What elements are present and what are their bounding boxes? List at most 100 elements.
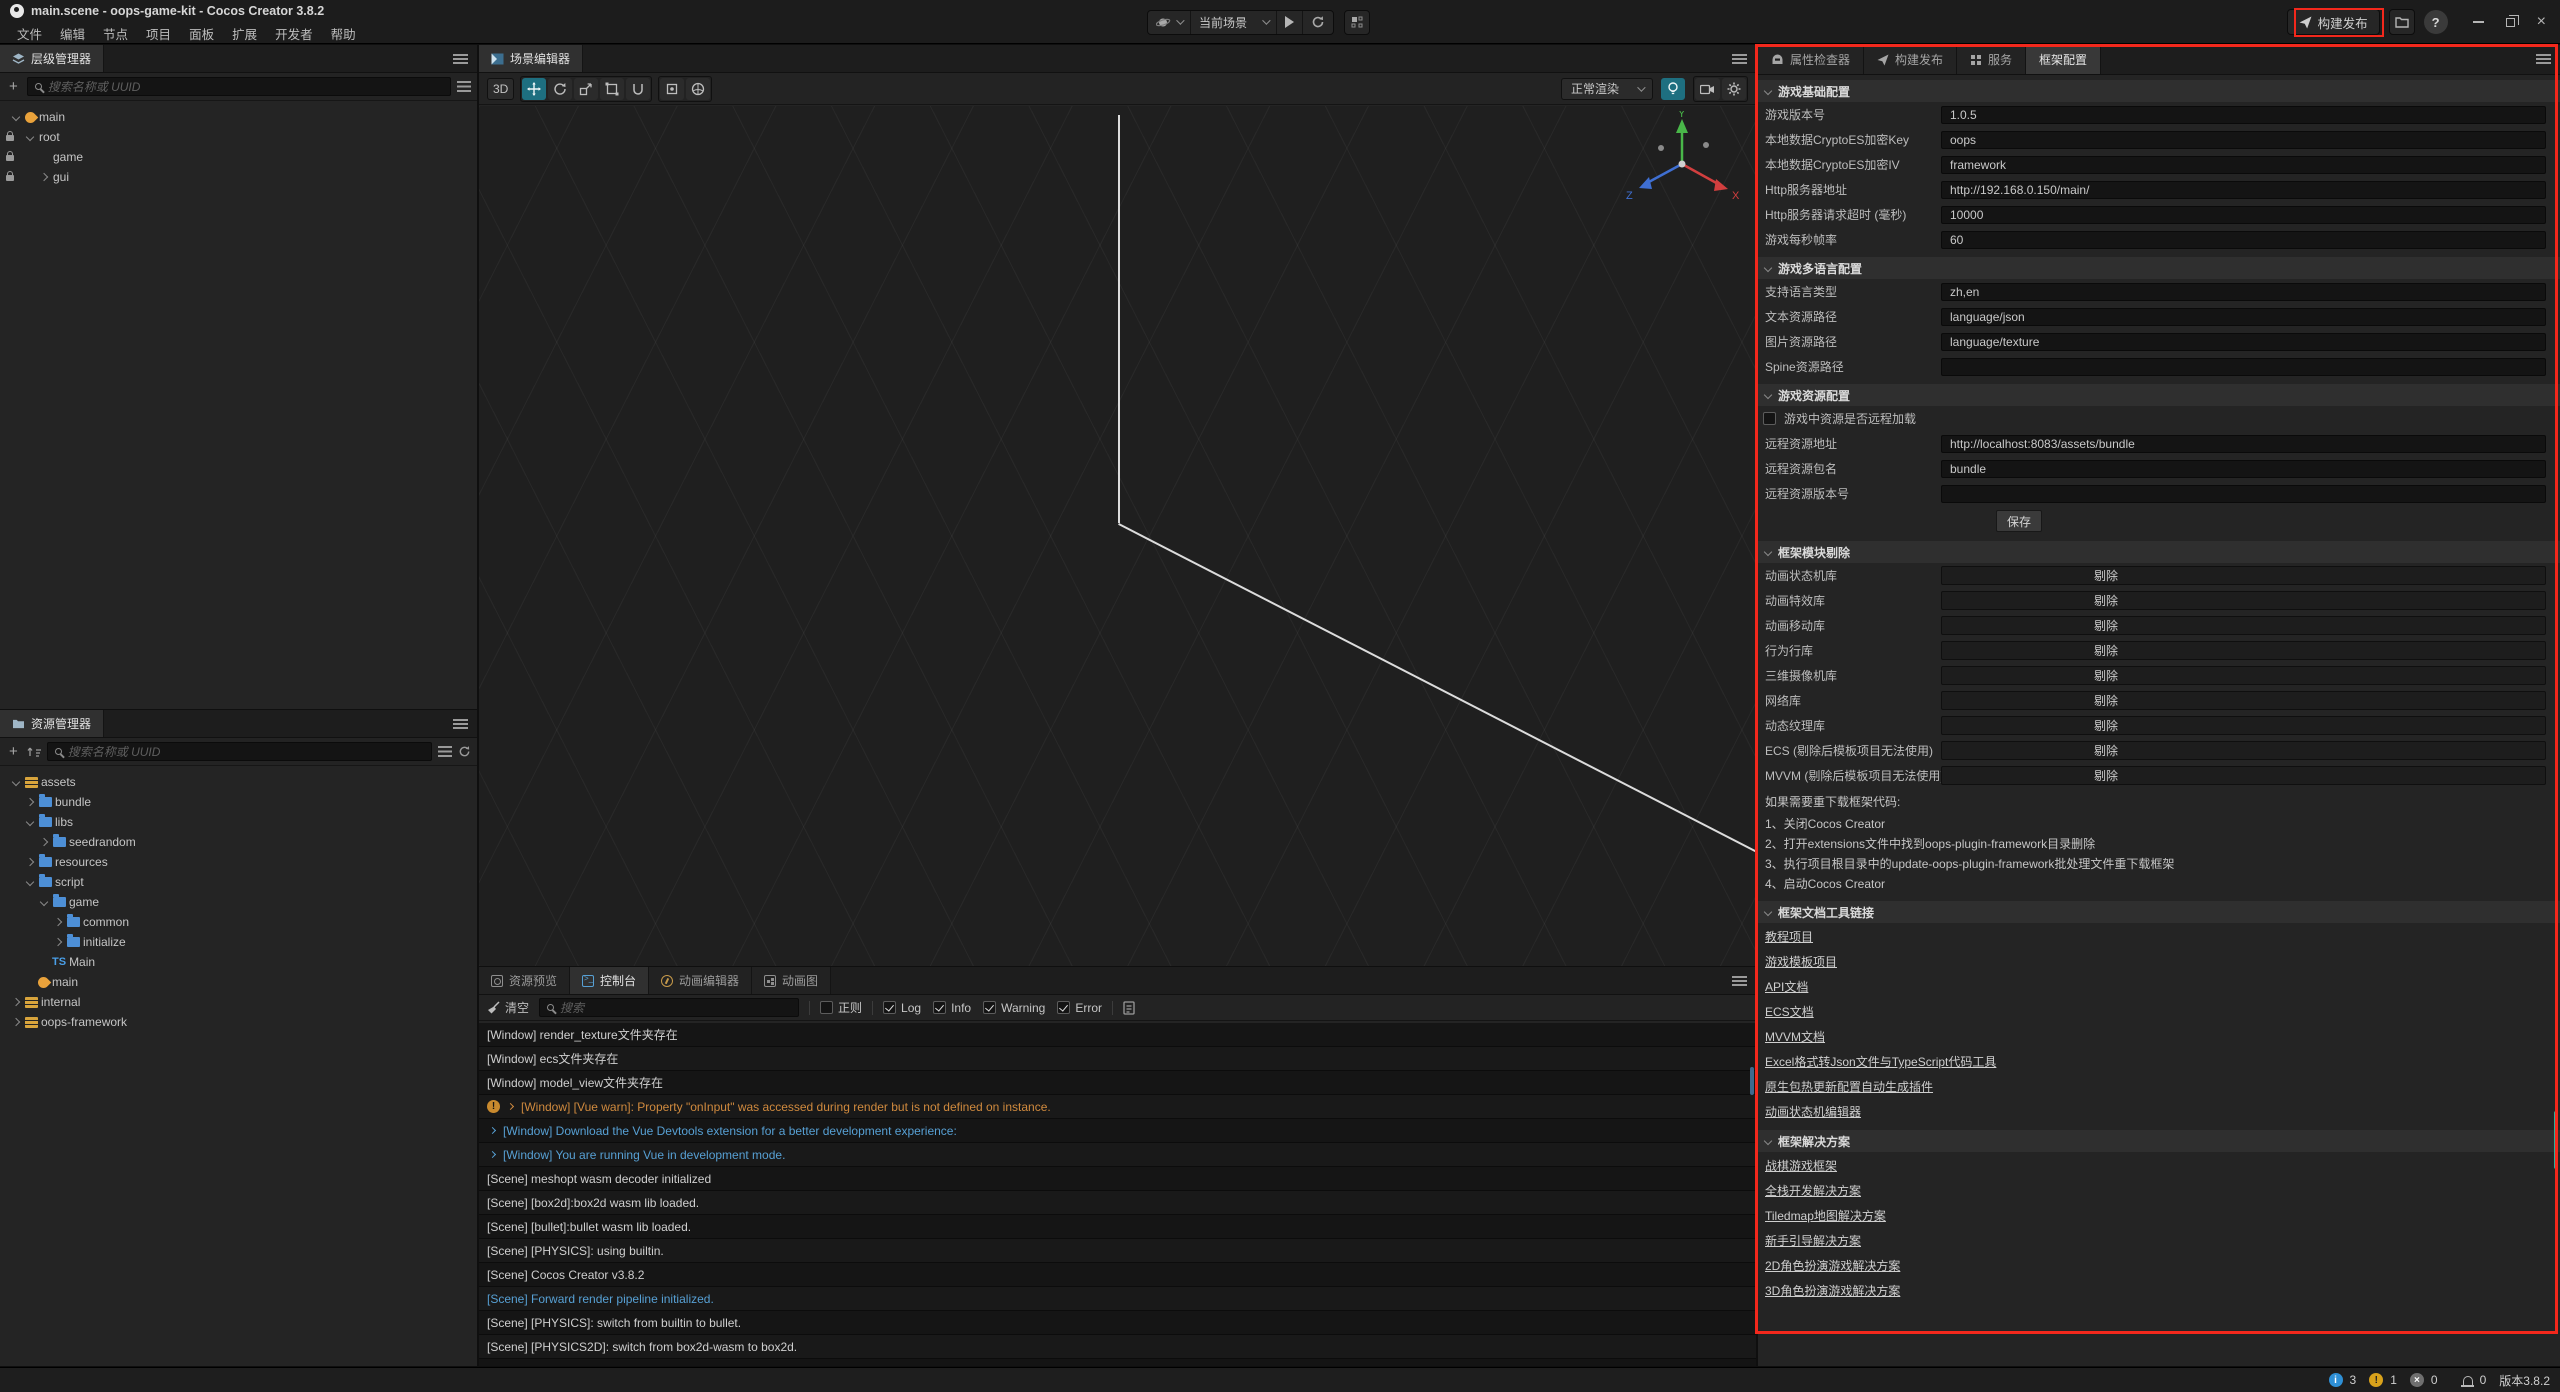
console-log-row[interactable]: [Scene] Cocos Creator v3.8.2 [479,1263,1756,1287]
save-button[interactable]: 保存 [1996,510,2042,532]
asset-node[interactable]: seedrandom [0,832,477,852]
field-input[interactable] [1941,283,2546,301]
doc-link[interactable]: 游戏模板项目 [1765,950,1837,975]
menu-item[interactable]: 面板 [182,22,221,45]
section-resource[interactable]: 游戏资源配置 [1758,384,2560,406]
doc-link[interactable]: 教程项目 [1765,925,1813,950]
console-log-row[interactable]: [Window] render_texture文件夹存在 [479,1023,1756,1047]
tree-chevron-icon[interactable] [54,918,62,926]
scale-tool-button[interactable] [574,78,598,100]
close-button[interactable]: × [2537,14,2546,30]
tab-scene[interactable]: 场景编辑器 [479,45,583,72]
asset-node[interactable]: game [0,892,477,912]
mode-3d-toggle[interactable]: 3D [487,78,514,100]
tree-chevron-icon[interactable] [40,838,48,846]
rect-tool-button[interactable] [600,78,624,100]
tab-build-publish[interactable]: 构建发布 [1864,45,1957,74]
tree-chevron-icon[interactable] [26,878,34,886]
minimize-button[interactable] [2473,21,2484,23]
menu-item[interactable]: 项目 [139,22,178,45]
console-tab[interactable]: 资源预览 [479,967,570,994]
trim-button[interactable]: 剔除 [1941,691,2546,710]
tree-chevron-icon[interactable] [12,778,20,786]
field-input[interactable] [1941,106,2546,124]
tab-assets[interactable]: 资源管理器 [0,710,104,737]
hierarchy-node[interactable]: main [0,107,477,127]
trim-button[interactable]: 剔除 [1941,616,2546,635]
menu-item[interactable]: 扩展 [225,22,264,45]
notification-bell-icon[interactable] [2463,1376,2473,1385]
sort-icon[interactable] [27,746,41,758]
rotate-tool-button[interactable] [548,78,572,100]
trim-button[interactable]: 剔除 [1941,591,2546,610]
menu-item[interactable]: 编辑 [53,22,92,45]
doc-link[interactable]: API文档 [1765,975,1808,1000]
panel-menu-icon[interactable] [1732,54,1747,64]
section-language[interactable]: 游戏多语言配置 [1758,257,2560,279]
tree-chevron-icon[interactable] [12,998,20,1006]
log-file-icon[interactable] [1123,1001,1135,1015]
scrollbar-thumb[interactable] [1750,1067,1754,1095]
console-log-row[interactable]: [Scene] [PHYSICS]: using builtin. [479,1239,1756,1263]
asset-node[interactable]: resources [0,852,477,872]
field-input[interactable] [1941,308,2546,326]
expand-chevron-icon[interactable] [489,1127,496,1134]
maximize-button[interactable] [2506,18,2515,27]
create-node-button[interactable]: + [6,79,21,94]
field-input[interactable] [1941,358,2546,376]
scene-select[interactable]: 当前场景 [1191,11,1277,34]
info-count-icon[interactable]: i [2329,1373,2343,1387]
tree-chevron-icon[interactable] [26,798,34,806]
render-mode-select[interactable]: 正常渲染 [1561,78,1653,100]
solution-link[interactable]: 新手引导解决方案 [1765,1229,1861,1254]
console-log-row[interactable]: [Window] ecs文件夹存在 [479,1047,1756,1071]
doc-link[interactable]: 原生包热更新配置自动生成插件 [1765,1075,1933,1100]
assets-search-input[interactable] [68,745,424,759]
tab-property-inspector[interactable]: 属性检查器 [1758,45,1864,74]
panel-menu-icon[interactable] [2536,54,2551,64]
create-asset-button[interactable]: + [6,744,21,759]
panel-menu-icon[interactable] [453,719,468,729]
asset-node[interactable]: common [0,912,477,932]
orientation-gizmo[interactable]: Y X Z [1614,111,1750,221]
menu-item[interactable]: 文件 [10,22,49,45]
trim-button[interactable]: 剔除 [1941,716,2546,735]
menu-item[interactable]: 开发者 [268,22,320,45]
lighting-toggle-button[interactable] [1661,78,1685,100]
solution-link[interactable]: 全栈开发解决方案 [1765,1179,1861,1204]
hierarchy-node[interactable]: game [0,147,477,167]
field-input[interactable] [1941,231,2546,249]
console-log-row[interactable]: [Scene] [PHYSICS2D]: switch from box2d-w… [479,1335,1756,1359]
console-log-row[interactable]: [Scene] [box2d]:box2d wasm lib loaded. [479,1191,1756,1215]
tree-chevron-icon[interactable] [40,173,48,181]
asset-node[interactable]: script [0,872,477,892]
panel-menu-icon[interactable] [453,54,468,64]
menu-item[interactable]: 帮助 [324,22,363,45]
doc-link[interactable]: Excel格式转Json文件与TypeScript代码工具 [1765,1050,1996,1075]
error-count-icon[interactable]: × [2410,1373,2424,1387]
doc-link[interactable]: ECS文档 [1765,1000,1814,1025]
refresh-icon[interactable] [458,745,471,758]
console-log-row[interactable]: [Window] [Vue warn]: Property "onInput" … [479,1095,1756,1119]
trim-button[interactable]: 剔除 [1941,641,2546,660]
tab-framework-config[interactable]: 框架配置 [2026,45,2101,74]
log-filter-checkbox[interactable]: Info [933,1001,971,1015]
doc-link[interactable]: 动画状态机编辑器 [1765,1100,1861,1125]
console-search-input[interactable] [560,1001,791,1015]
asset-node[interactable]: bundle [0,792,477,812]
tree-chevron-icon[interactable] [40,898,48,906]
open-project-button[interactable] [2389,9,2415,35]
tab-hierarchy[interactable]: 层级管理器 [0,45,104,72]
asset-node[interactable]: main [0,972,477,992]
console-tab[interactable]: 控制台 [570,967,649,994]
reload-button[interactable] [1303,11,1333,34]
console-tab[interactable]: 动画图 [752,967,831,994]
tree-chevron-icon[interactable] [26,858,34,866]
trim-button[interactable]: 剔除 [1941,741,2546,760]
tree-chevron-icon[interactable] [12,1018,20,1026]
menu-item[interactable]: 节点 [96,22,135,45]
console-log-row[interactable]: [Window] You are running Vue in developm… [479,1143,1756,1167]
console-log-row[interactable]: [Window] model_view文件夹存在 [479,1071,1756,1095]
trim-button[interactable]: 剔除 [1941,766,2546,785]
scene-viewport[interactable]: Y X Z [479,106,1756,966]
